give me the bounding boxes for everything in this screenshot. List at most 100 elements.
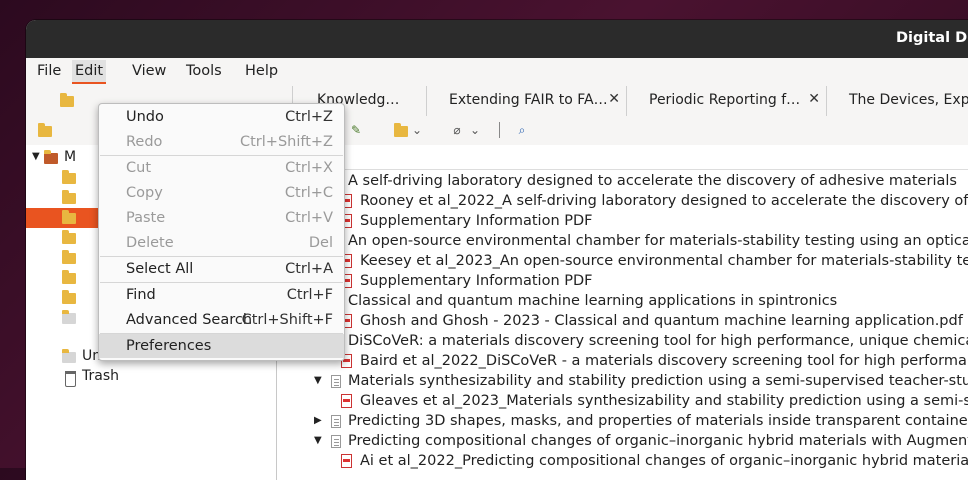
add-by-identifier-icon[interactable]: ✎: [348, 123, 364, 137]
attachment-title: Rooney et al_2022_A self-driving laborat…: [360, 193, 968, 209]
tab-label: Extending FAIR to FA…: [449, 92, 608, 108]
chevron-down-icon[interactable]: ⌄: [409, 123, 425, 137]
chevron-down-icon[interactable]: ⌄: [467, 123, 483, 137]
tab-label: Periodic Reporting f…: [649, 92, 801, 108]
document-icon: [331, 375, 341, 388]
menu-item-copy[interactable]: Copy Ctrl+C: [99, 181, 344, 205]
attachment-row[interactable]: Supplementary Information PDF: [277, 272, 968, 292]
item-row[interactable]: ▼ Materials synthesizability and stabilit…: [277, 372, 968, 392]
menu-item-label: Select All: [126, 261, 194, 277]
toolbar-divider: [499, 122, 500, 138]
item-title: Classical and quantum machine learning a…: [348, 293, 838, 309]
menu-item-undo[interactable]: Undo Ctrl+Z: [99, 105, 344, 129]
menu-item-label: Cut: [126, 160, 151, 176]
menu-help[interactable]: Help: [245, 63, 278, 79]
chevron-down-icon[interactable]: ▼: [32, 151, 40, 162]
menu-item-shortcut: Ctrl+Shift+Z: [240, 134, 333, 150]
attachment-row[interactable]: Ghosh and Ghosh - 2023 - Classical and q…: [277, 312, 968, 332]
menu-item-select-all[interactable]: Select All Ctrl+A: [99, 257, 344, 281]
folder-icon: [62, 230, 76, 244]
menu-item-cut[interactable]: Cut Ctrl+X: [99, 156, 344, 180]
items-pane: e ▼A self-driving laboratory designed to…: [277, 145, 968, 480]
document-icon: [331, 415, 341, 428]
menu-item-shortcut: Ctrl+Z: [285, 109, 333, 125]
menu-item-shortcut: Ctrl+F: [286, 287, 333, 303]
chevron-right-icon[interactable]: ▶: [314, 415, 322, 426]
attachment-title: Ghosh and Ghosh - 2023 - Classical and q…: [360, 313, 963, 329]
item-title: An open-source environmental chamber for…: [348, 233, 968, 249]
close-icon[interactable]: ✕: [808, 91, 820, 107]
menu-item-delete[interactable]: Delete Del: [99, 231, 344, 255]
new-item-icon[interactable]: [394, 123, 408, 137]
item-row[interactable]: ▶ Predicting 3D shapes, masks, and proper…: [277, 412, 968, 432]
attachment-row[interactable]: Ai et al_2022_Predicting compositional c…: [277, 452, 968, 472]
menu-item-redo[interactable]: Redo Ctrl+Shift+Z: [99, 130, 344, 154]
folder-icon: [62, 190, 76, 204]
item-row[interactable]: ▼Classical and quantum machine learning …: [277, 292, 968, 312]
tab-label: The Devices, Expe: [849, 92, 968, 108]
attachment-row[interactable]: Keesey et al_2023_An open-source environ…: [277, 252, 968, 272]
attachment-title: Supplementary Information PDF: [360, 273, 593, 289]
app-window: Digital Dis File Edit View Tools Help Kn…: [26, 20, 968, 480]
attachment-row[interactable]: Gleaves et al_2023_Materials synthesizab…: [277, 392, 968, 412]
menu-item-paste[interactable]: Paste Ctrl+V: [99, 206, 344, 230]
item-title: Materials synthesizability and stability…: [348, 373, 968, 389]
folder-icon: [62, 250, 76, 264]
menu-item-shortcut: Del: [308, 235, 333, 251]
library-icon: [44, 150, 58, 164]
menu-item-label: Advanced Search: [126, 312, 253, 328]
close-icon[interactable]: ✕: [608, 91, 620, 107]
edit-menu: Undo Ctrl+Z Redo Ctrl+Shift+Z Cut Ctrl+X…: [98, 103, 345, 361]
window-title: Digital Dis: [896, 30, 968, 46]
tab-extending-fair[interactable]: Extending FAIR to FA… ✕: [426, 86, 626, 116]
attachment-row[interactable]: Supplementary Information PDF: [277, 212, 968, 232]
attachment-row[interactable]: Baird et al_2022_DiSCoVeR - a materials …: [277, 352, 968, 372]
menu-item-shortcut: Ctrl+Shift+F: [241, 312, 333, 328]
folder-icon: [62, 170, 76, 184]
trash[interactable]: Trash: [26, 367, 276, 387]
menu-item-label: Redo: [126, 134, 163, 150]
menu-file[interactable]: File: [37, 63, 61, 79]
chevron-down-icon[interactable]: ▼: [314, 435, 322, 446]
column-header[interactable]: e: [277, 145, 968, 170]
item-title: A self-driving laboratory designed to ac…: [348, 173, 957, 189]
menu-bar: File Edit View Tools Help: [26, 58, 968, 86]
menu-item-shortcut: Ctrl+X: [285, 160, 333, 176]
chevron-down-icon[interactable]: ▼: [314, 375, 322, 386]
menu-item-label: Delete: [126, 235, 174, 251]
search-icon[interactable]: ⌕: [514, 123, 530, 137]
library-folder-icon[interactable]: [60, 93, 74, 107]
menu-tools[interactable]: Tools: [186, 63, 222, 79]
attachment-icon[interactable]: ⌀: [449, 123, 465, 137]
attachment-title: Supplementary Information PDF: [360, 213, 593, 229]
pdf-icon: [341, 454, 352, 468]
tree-root-label: M: [64, 149, 77, 165]
item-row[interactable]: ▼ Predicting compositional changes of org…: [277, 432, 968, 452]
menu-item-advanced-search[interactable]: Advanced Search Ctrl+Shift+F: [99, 308, 344, 332]
attachment-title: Gleaves et al_2023_Materials synthesizab…: [360, 393, 968, 409]
menu-item-find[interactable]: Find Ctrl+F: [99, 283, 344, 307]
new-collection-icon[interactable]: [38, 123, 52, 137]
attachment-row[interactable]: Rooney et al_2022_A self-driving laborat…: [277, 192, 968, 212]
attachment-title: Ai et al_2022_Predicting compositional c…: [360, 453, 968, 469]
tab-the-devices[interactable]: The Devices, Expe: [826, 86, 968, 116]
item-row[interactable]: ▼An open-source environmental chamber fo…: [277, 232, 968, 252]
pdf-icon: [341, 394, 352, 408]
item-row[interactable]: ▼A self-driving laboratory designed to a…: [277, 172, 968, 192]
menu-item-label: Paste: [126, 210, 166, 226]
attachment-title: Keesey et al_2023_An open-source environ…: [360, 253, 968, 269]
tab-periodic-reporting[interactable]: Periodic Reporting f… ✕: [626, 86, 826, 116]
title-bar: Digital Dis: [26, 20, 968, 58]
menu-view[interactable]: View: [132, 63, 166, 79]
menu-item-label: Copy: [126, 185, 163, 201]
item-row[interactable]: ▼DiSCoVeR: a materials discovery screeni…: [277, 332, 968, 352]
menu-item-preferences[interactable]: Preferences: [99, 334, 344, 358]
item-title: Predicting 3D shapes, masks, and propert…: [348, 413, 968, 429]
item-title: Predicting compositional changes of orga…: [348, 433, 968, 449]
folder-icon: [62, 210, 76, 224]
menu-item-label: Preferences: [126, 338, 212, 354]
document-icon: [331, 435, 341, 448]
menu-edit[interactable]: Edit: [72, 60, 107, 84]
folder-icon: [62, 310, 76, 324]
item-title: DiSCoVeR: a materials discovery screenin…: [348, 333, 968, 349]
